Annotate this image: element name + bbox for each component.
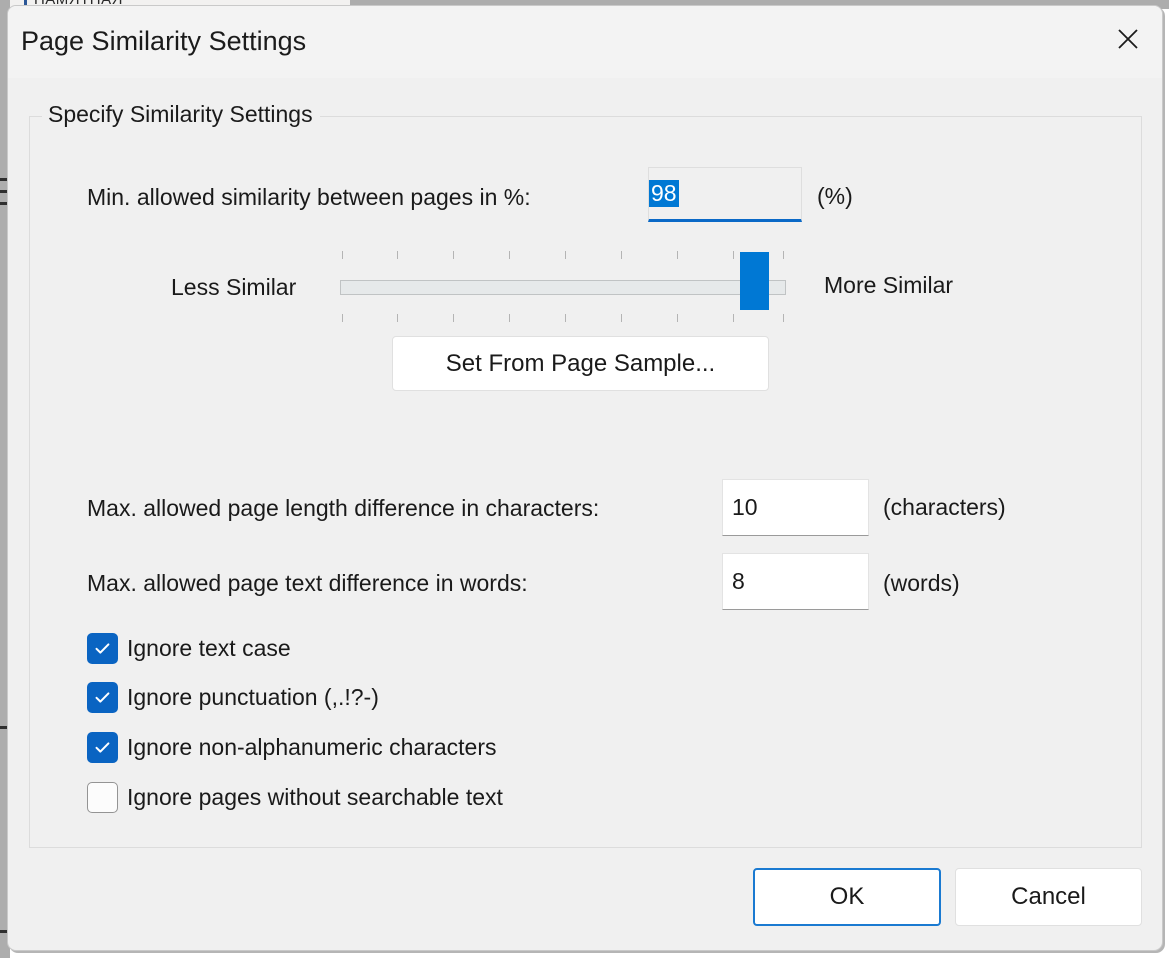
percent-unit-label: (%) <box>817 183 853 209</box>
ok-button[interactable]: OK <box>753 868 941 926</box>
max-length-difference-label: Max. allowed page length difference in c… <box>87 495 600 521</box>
checkbox-label: Ignore text case <box>127 635 291 661</box>
checkbox-label: Ignore punctuation (,.!?-) <box>127 684 379 710</box>
slider-tick <box>565 251 566 259</box>
checkbox-label: Ignore non-alphanumeric characters <box>127 734 497 760</box>
slider-tick <box>733 314 734 322</box>
slider-tick <box>677 314 678 322</box>
checkbox-box <box>87 782 118 813</box>
max-text-difference-input[interactable]: 8 <box>722 553 869 610</box>
min-similarity-input[interactable]: 98 <box>648 167 802 222</box>
check-icon <box>95 742 110 753</box>
slider-tick <box>733 251 734 259</box>
checkbox-ignore-punctuation[interactable]: Ignore punctuation (,.!?-) <box>87 682 379 713</box>
check-icon <box>95 692 110 703</box>
checkbox-box <box>87 633 118 664</box>
slider-tick <box>783 314 784 322</box>
checkbox-ignore-non-alphanumeric[interactable]: Ignore non-alphanumeric characters <box>87 732 496 763</box>
slider-thumb[interactable] <box>740 252 769 310</box>
more-similar-label: More Similar <box>824 272 954 298</box>
dialog-title: Page Similarity Settings <box>21 26 307 56</box>
close-icon <box>1115 26 1141 52</box>
similarity-slider[interactable] <box>340 251 786 323</box>
slider-tick <box>509 314 510 322</box>
slider-tick <box>677 251 678 259</box>
slider-tick <box>453 251 454 259</box>
group-title: Specify Similarity Settings <box>42 101 320 128</box>
slider-tick <box>509 251 510 259</box>
checkbox-box <box>87 682 118 713</box>
dialog-titlebar: Page Similarity Settings <box>8 6 1162 78</box>
cancel-button[interactable]: Cancel <box>955 868 1142 926</box>
slider-tick <box>397 314 398 322</box>
checkbox-label: Ignore pages without searchable text <box>127 784 503 810</box>
min-similarity-value: 98 <box>649 180 679 207</box>
words-unit-label: (words) <box>883 570 960 596</box>
screen: ПАМЯТНАЯ Page Similarity Settings Specif… <box>0 0 1169 958</box>
characters-unit-label: (characters) <box>883 494 1006 520</box>
slider-tick <box>342 251 343 259</box>
max-text-difference-label: Max. allowed page text difference in wor… <box>87 570 528 596</box>
close-button[interactable] <box>1102 16 1154 62</box>
slider-tick <box>621 251 622 259</box>
checkbox-box <box>87 732 118 763</box>
min-similarity-label: Min. allowed similarity between pages in… <box>87 184 531 210</box>
page-similarity-settings-dialog: Page Similarity Settings Specify Similar… <box>7 5 1163 951</box>
checkbox-ignore-text-case[interactable]: Ignore text case <box>87 633 291 664</box>
checkbox-ignore-pages-without-searchable-text[interactable]: Ignore pages without searchable text <box>87 782 503 813</box>
slider-tick <box>621 314 622 322</box>
slider-tick <box>783 251 784 259</box>
set-from-page-sample-button[interactable]: Set From Page Sample... <box>392 336 769 391</box>
slider-tick <box>342 314 343 322</box>
max-length-difference-input[interactable]: 10 <box>722 479 869 536</box>
less-similar-label: Less Similar <box>171 274 297 300</box>
max-text-difference-value: 8 <box>732 568 745 594</box>
specify-similarity-settings-group: Specify Similarity Settings Min. allowed… <box>29 101 1142 848</box>
check-icon <box>95 643 110 654</box>
slider-tick <box>453 314 454 322</box>
slider-tick <box>397 251 398 259</box>
slider-track[interactable] <box>340 280 786 295</box>
slider-tick <box>565 314 566 322</box>
max-length-difference-value: 10 <box>732 494 758 520</box>
